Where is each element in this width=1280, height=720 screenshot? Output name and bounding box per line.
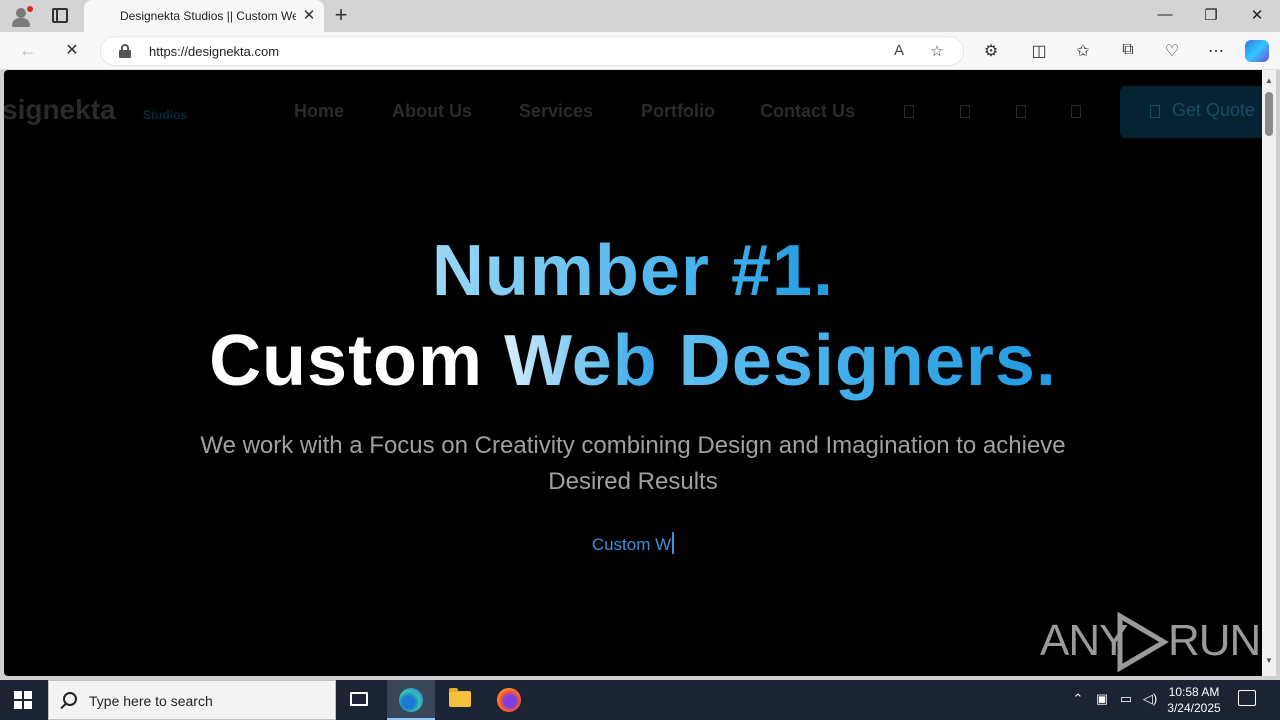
tray-overflow-chevron-icon[interactable]: ⌃ <box>1069 691 1087 707</box>
task-view-button[interactable] <box>336 680 384 720</box>
social-icon-4[interactable] <box>1071 105 1081 118</box>
social-icon-1[interactable] <box>904 105 914 118</box>
read-aloud-icon[interactable]: A <box>889 42 909 59</box>
web-page: signekta Studios Home About Us Services … <box>4 70 1262 676</box>
taskbar-edge[interactable] <box>387 680 435 720</box>
tab-designekta[interactable]: Designekta Studios || Custom Web Design … <box>84 0 324 33</box>
scroll-up-arrow[interactable]: ▲ <box>1262 76 1276 85</box>
search-icon <box>63 692 77 706</box>
folder-icon <box>449 688 471 707</box>
hero-subtitle: We work with a Focus on Creativity combi… <box>200 432 1066 495</box>
restore-button[interactable]: ❐ <box>1188 6 1234 24</box>
copilot-icon[interactable] <box>1245 40 1269 62</box>
watermark-run: RUN <box>1168 616 1261 665</box>
site-logo[interactable]: signekta <box>4 94 116 126</box>
scroll-thumb[interactable] <box>1265 92 1273 136</box>
taskbar-search-box[interactable]: Type here to search <box>48 680 336 720</box>
hero-headline-2: Custom Web Designers. <box>4 320 1262 402</box>
anyrun-watermark: ANY RUN <box>1040 610 1261 672</box>
lock-icon[interactable] <box>119 44 131 58</box>
typed-text: Custom W <box>591 535 672 554</box>
favorites-icon[interactable]: ✩ <box>1071 41 1095 61</box>
scroll-down-arrow[interactable]: ▼ <box>1262 656 1276 665</box>
typed-text-line: Custom W <box>4 532 1262 555</box>
hero-word-custom: Custom <box>209 321 484 401</box>
nav-services[interactable]: Services <box>519 101 593 122</box>
nav-about-us[interactable]: About Us <box>392 101 472 122</box>
quote-icon <box>1150 105 1160 118</box>
more-menu-icon[interactable]: ⋯ <box>1204 41 1228 61</box>
firefox-icon <box>497 688 521 712</box>
tab-bar: Designekta Studios || Custom Web Design … <box>0 0 1280 33</box>
social-icon-3[interactable] <box>1016 105 1026 118</box>
address-bar[interactable]: https://designekta.com A ☆ <box>100 36 964 66</box>
browser-essentials-icon[interactable]: ♡ <box>1160 41 1184 61</box>
nav-portfolio[interactable]: Portfolio <box>641 101 715 122</box>
typing-cursor <box>672 532 675 554</box>
split-screen-icon[interactable]: ◫ <box>1027 41 1051 61</box>
clock-date: 3/24/2025 <box>1167 701 1221 715</box>
url-text[interactable]: https://designekta.com <box>149 44 279 59</box>
nav-home[interactable]: Home <box>294 101 344 122</box>
address-bar-row: ← ✕ https://designekta.com A ☆ ⚙ ◫ ✩ ⧉ ♡… <box>0 32 1280 70</box>
hero-line1-text: Number #1. <box>431 231 835 311</box>
windows-taskbar: Type here to search ⌃ ▣ ▭ ◁) 10:58 AM 3/… <box>0 680 1280 720</box>
taskbar-file-explorer[interactable] <box>436 680 484 720</box>
play-triangle-icon <box>1117 612 1169 672</box>
hero-headline-1: Number #1. <box>4 230 1262 312</box>
nav-contact-us[interactable]: Contact Us <box>760 101 855 122</box>
volume-icon[interactable]: ◁) <box>1141 691 1159 707</box>
notification-center-icon[interactable] <box>1238 690 1256 706</box>
tab-title: Designekta Studios || Custom Web Design <box>120 9 296 23</box>
taskbar-search-placeholder: Type here to search <box>89 693 213 709</box>
profile-icon[interactable] <box>10 6 33 28</box>
stop-loading-button[interactable]: ✕ <box>60 40 84 60</box>
new-tab-button[interactable]: + <box>330 2 352 28</box>
extensions-icon[interactable]: ⚙ <box>979 41 1003 61</box>
favorite-star-icon[interactable]: ☆ <box>927 42 947 60</box>
taskbar-clock[interactable]: 10:58 AM 3/24/2025 <box>1160 684 1228 716</box>
tray-device-icon[interactable]: ▣ <box>1093 691 1111 707</box>
network-icon[interactable]: ▭ <box>1117 691 1135 707</box>
get-quote-button[interactable]: Get Quote <box>1120 86 1262 138</box>
back-button[interactable]: ← <box>16 40 40 61</box>
taskbar-firefox[interactable] <box>485 680 533 720</box>
windows-start-icon[interactable] <box>14 691 32 709</box>
tab-close-icon[interactable]: ✕ <box>300 6 318 24</box>
hero-word-web: Web <box>504 321 658 401</box>
get-quote-label: Get Quote <box>1172 100 1256 120</box>
minimize-button[interactable]: — <box>1142 6 1188 23</box>
page-scrollbar[interactable]: ▲ ▼ <box>1262 70 1276 676</box>
clock-time: 10:58 AM <box>1168 685 1220 699</box>
close-window-button[interactable]: ✕ <box>1234 6 1280 24</box>
edge-icon <box>399 688 423 712</box>
social-icon-2[interactable] <box>960 105 970 118</box>
tab-actions-icon[interactable] <box>52 8 68 23</box>
task-view-icon <box>350 692 368 706</box>
hero-word-designers: Designers. <box>678 321 1057 401</box>
site-logo-sub: Studios <box>143 108 187 122</box>
collections-icon[interactable]: ⧉ <box>1116 41 1140 59</box>
